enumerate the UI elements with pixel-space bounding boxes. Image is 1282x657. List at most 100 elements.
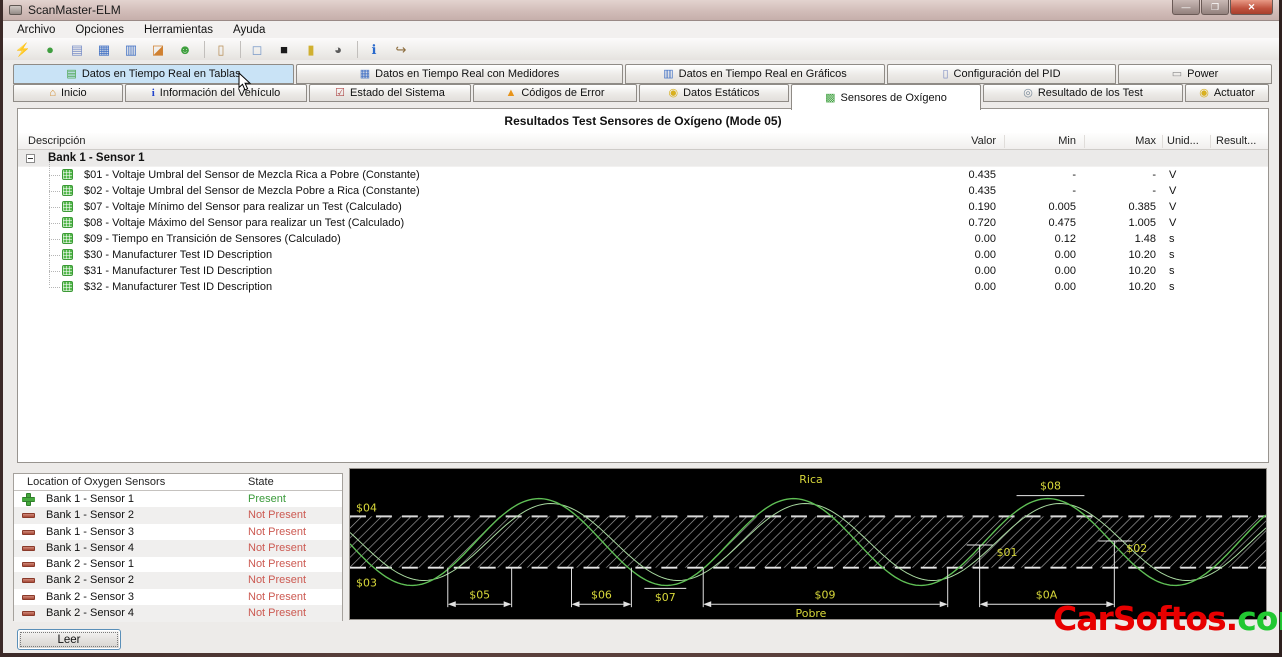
- bar-chart-icon[interactable]: ▥: [121, 40, 141, 59]
- row-max: -: [1152, 185, 1156, 197]
- column-valor[interactable]: Valor: [971, 135, 996, 147]
- info-icon[interactable]: ℹ: [364, 40, 384, 59]
- tab-label: Códigos de Error: [521, 87, 605, 99]
- row-valor: 0.00: [974, 233, 996, 245]
- sensor-state: Not Present: [248, 509, 307, 522]
- sensor-row-bank-1-sensor-2[interactable]: Bank 1 - Sensor 2 Not Present: [14, 507, 342, 525]
- sensor-row-bank-1-sensor-1[interactable]: Bank 1 - Sensor 1 Present: [14, 491, 342, 508]
- menu-herramientas[interactable]: Herramientas: [134, 22, 223, 38]
- warning-icon: ▲: [505, 87, 517, 99]
- tab-configuracion-del-pid[interactable]: ▯ Configuración del PID: [887, 64, 1116, 84]
- row-valor: 0.720: [968, 217, 996, 229]
- row-unit: s: [1169, 249, 1175, 261]
- read-button[interactable]: Leer: [17, 629, 121, 650]
- table-row[interactable]: $32 - Manufacturer Test ID Description 0.…: [18, 279, 1268, 295]
- tab-codigos-de-error[interactable]: ▲ Códigos de Error: [473, 84, 637, 102]
- row-max: -: [1152, 169, 1156, 181]
- sensor-name: Bank 2 - Sensor 3: [46, 590, 135, 603]
- column-state[interactable]: State: [248, 476, 274, 488]
- battery-icon[interactable]: ▮: [301, 40, 321, 59]
- table-row[interactable]: $09 - Tiempo en Transición de Sensores (…: [18, 231, 1268, 247]
- tree-branch-line: [49, 223, 60, 224]
- connect-icon[interactable]: ⚡: [13, 40, 33, 59]
- tab-power[interactable]: ▭ Power: [1118, 64, 1272, 84]
- sensor-name: Bank 2 - Sensor 2: [46, 574, 135, 587]
- sensor-row-bank-2-sensor-4[interactable]: Bank 2 - Sensor 4 Not Present: [14, 604, 342, 622]
- row-max: 0.385: [1128, 201, 1156, 213]
- tab-sensores-de-oxigeno[interactable]: ▩ Sensores de Oxígeno: [791, 84, 981, 110]
- row-unit: s: [1169, 233, 1175, 245]
- exit-icon[interactable]: ↪: [391, 40, 411, 59]
- graph-icon: ▥: [663, 68, 674, 80]
- chat-bubble-icon[interactable]: ◻: [247, 40, 267, 59]
- table-row[interactable]: $01 - Voltaje Umbral del Sensor de Mezcl…: [18, 167, 1268, 183]
- sensor-row-bank-2-sensor-2[interactable]: Bank 2 - Sensor 2 Not Present: [14, 572, 342, 590]
- row-valor: 0.435: [968, 185, 996, 197]
- table-list-icon: ▤: [66, 68, 77, 80]
- tab-datos-en-tiempo-real-con-medidores[interactable]: ▦ Datos en Tiempo Real con Medidores: [296, 64, 623, 84]
- tab-label: Estado del Sistema: [350, 87, 445, 99]
- oxygen-waveform-graph: Rica Pobre $04 $03 $05 $06 $07 $09 $0A $…: [349, 468, 1267, 620]
- terminal-icon[interactable]: ■: [274, 40, 294, 59]
- test-item-icon: [62, 217, 73, 228]
- row-max: 1.005: [1128, 217, 1156, 229]
- poor-label: Pobre: [796, 607, 827, 619]
- tree-branch-line: [49, 287, 60, 288]
- restore-button[interactable]: ❐: [1201, 0, 1229, 15]
- test-results-icon: ◎: [1023, 87, 1033, 99]
- rich-label: Rica: [799, 473, 822, 486]
- document-image-icon[interactable]: ▤: [67, 40, 87, 59]
- user-icon[interactable]: ☻: [175, 40, 195, 59]
- menu-ayuda[interactable]: Ayuda: [223, 22, 275, 38]
- sensor-state: Not Present: [248, 558, 307, 570]
- tree-group-bank1-sensor1[interactable]: Bank 1 - Sensor 1: [18, 150, 1268, 167]
- table-row[interactable]: $08 - Voltaje Máximo del Sensor para rea…: [18, 215, 1268, 231]
- sensor-row-bank-2-sensor-3[interactable]: Bank 2 - Sensor 3 Not Present: [14, 589, 342, 606]
- column-unidad[interactable]: Unid...: [1167, 135, 1199, 147]
- sensor-name: Bank 1 - Sensor 3: [46, 525, 135, 538]
- tab-actuator[interactable]: ◉ Actuator: [1185, 84, 1269, 102]
- waveform-svg: Rica Pobre $04 $03 $05 $06 $07 $09 $0A $…: [350, 469, 1266, 619]
- globe-icon[interactable]: ●: [40, 40, 60, 59]
- sensor-state: Present: [248, 493, 286, 505]
- menu-archivo[interactable]: Archivo: [7, 22, 65, 38]
- table-view-icon[interactable]: ▦: [94, 40, 114, 59]
- column-min[interactable]: Min: [1058, 135, 1076, 147]
- sensor-name: Bank 2 - Sensor 4: [46, 606, 135, 619]
- tab-datos-estaticos[interactable]: ◉ Datos Estáticos: [639, 84, 789, 102]
- title-bar[interactable]: ScanMaster-ELM — ❐ ✕: [3, 0, 1279, 21]
- picture-icon[interactable]: ◪: [148, 40, 168, 59]
- gauge-icon[interactable]: ◕: [328, 40, 348, 59]
- tab-datos-en-tiempo-real-en-graficos[interactable]: ▥ Datos en Tiempo Real en Gráficos: [625, 64, 885, 84]
- row-unit: V: [1169, 217, 1177, 229]
- sensor-row-bank-1-sensor-4[interactable]: Bank 1 - Sensor 4 Not Present: [14, 539, 342, 557]
- sensor-row-bank-1-sensor-3[interactable]: Bank 1 - Sensor 3 Not Present: [14, 524, 342, 541]
- tab-estado-del-sistema[interactable]: ☑ Estado del Sistema: [309, 84, 471, 102]
- row-min: 0.475: [1048, 217, 1076, 229]
- table-row[interactable]: $07 - Voltaje Mínimo del Sensor para rea…: [18, 199, 1268, 215]
- clipboard-icon[interactable]: ▯: [211, 40, 231, 59]
- collapse-expander-icon[interactable]: [26, 154, 35, 163]
- tab-strip-functions: ⌂ Inicio i Información del Vehículo ☑ Estado …: [13, 84, 1271, 110]
- tab-inicio[interactable]: ⌂ Inicio: [13, 84, 123, 102]
- sensor-name: Bank 1 - Sensor 1: [46, 493, 135, 505]
- sensor-row-bank-2-sensor-1[interactable]: Bank 2 - Sensor 1 Not Present: [14, 556, 342, 573]
- table-row[interactable]: $02 - Voltaje Umbral del Sensor de Mezcl…: [18, 183, 1268, 199]
- minimize-button[interactable]: —: [1172, 0, 1200, 15]
- home-icon: ⌂: [49, 87, 56, 99]
- column-descripcion[interactable]: Descripción: [28, 135, 85, 147]
- table-row[interactable]: $31 - Manufacturer Test ID Description 0.…: [18, 263, 1268, 279]
- pid-config-icon: ▯: [942, 68, 949, 80]
- test-item-icon: [62, 185, 73, 196]
- menu-opciones[interactable]: Opciones: [65, 22, 134, 38]
- column-max[interactable]: Max: [1135, 135, 1156, 147]
- row-min: -: [1072, 169, 1076, 181]
- close-button[interactable]: ✕: [1230, 0, 1273, 15]
- table-row[interactable]: $30 - Manufacturer Test ID Description 0.…: [18, 247, 1268, 263]
- column-location[interactable]: Location of Oxygen Sensors: [27, 476, 165, 488]
- label-08: $08: [1040, 480, 1061, 493]
- tab-informacion-del-vehiculo[interactable]: i Información del Vehículo: [125, 84, 307, 102]
- row-unit: V: [1169, 169, 1177, 181]
- tab-resultado-de-los-test[interactable]: ◎ Resultado de los Test: [983, 84, 1183, 102]
- column-resultado[interactable]: Result...: [1216, 135, 1256, 147]
